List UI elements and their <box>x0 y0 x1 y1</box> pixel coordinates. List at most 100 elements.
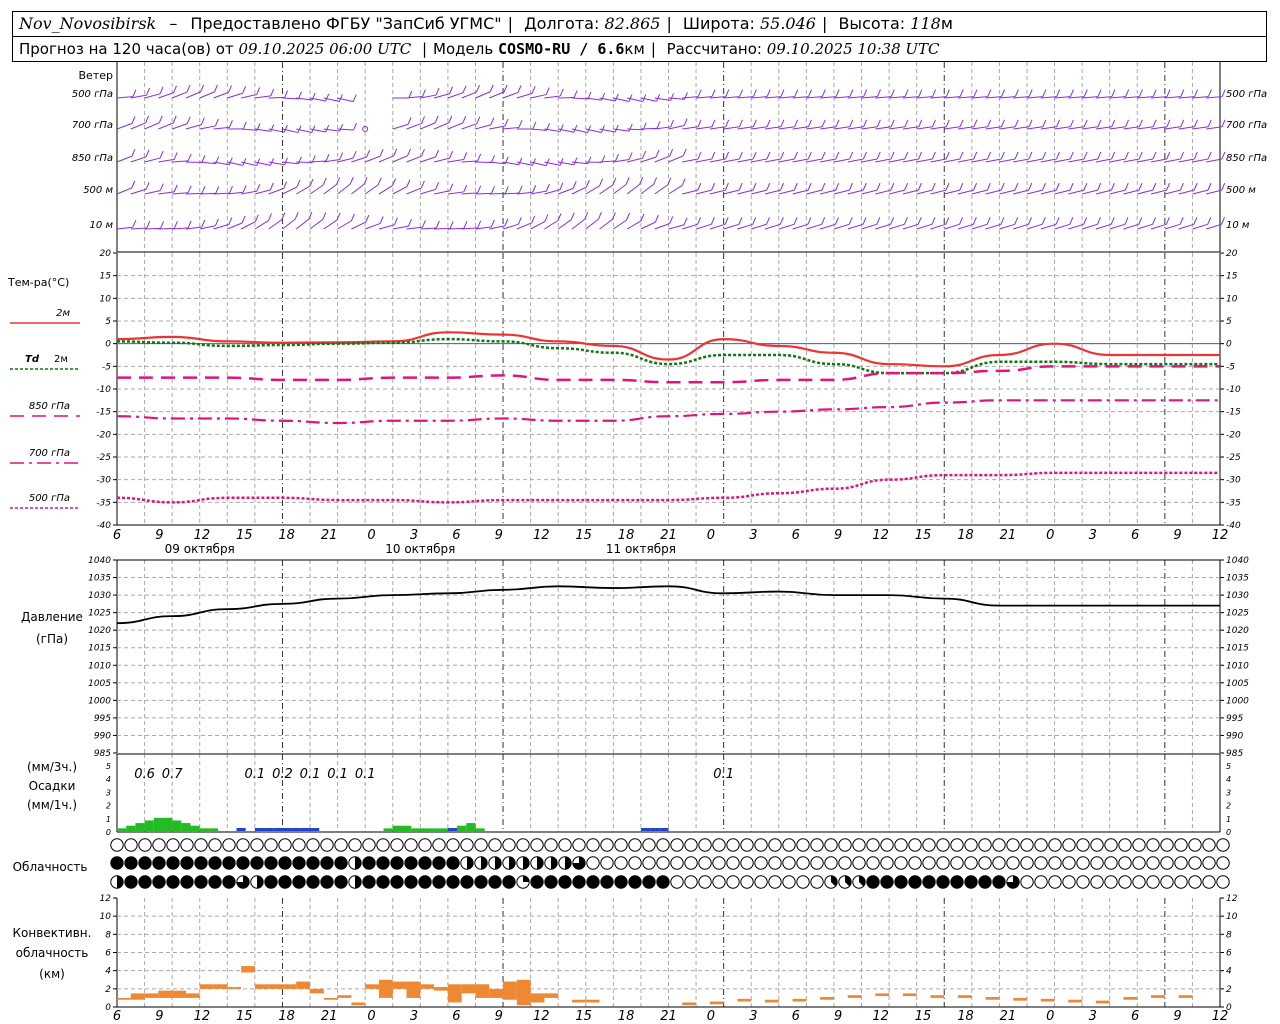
wind-barb-flag <box>890 151 895 160</box>
wind-barb-shaft <box>723 189 740 195</box>
wind-barb-shaft <box>654 223 670 230</box>
wind-barb-flag <box>131 148 136 157</box>
wind-barb-flag <box>876 182 881 191</box>
cloud-symbol <box>236 838 250 852</box>
wind-barb-flag <box>794 89 799 97</box>
cloud-symbol <box>670 856 684 870</box>
wind-barb-flag <box>766 89 771 97</box>
wind-barb-shaft <box>888 223 905 230</box>
wind-barb-shaft <box>378 224 395 230</box>
wind-barb-shaft <box>1082 126 1099 130</box>
wind-barb-shaft <box>695 189 712 195</box>
cloud-fill-full <box>446 875 460 889</box>
wind-barb-shaft <box>447 158 464 163</box>
cloud-symbol <box>642 838 656 852</box>
cloud-fill-full <box>320 875 334 889</box>
cloud-symbol <box>1132 875 1146 889</box>
wind-barb-shaft <box>433 157 450 163</box>
wind-barb-shaft <box>944 126 961 130</box>
wind-barb-flag <box>187 185 192 193</box>
wind-barb-flag <box>242 158 247 166</box>
wind-title: Ветер <box>79 69 113 82</box>
cloud-fill-full <box>194 875 208 889</box>
wind-barb-flag <box>876 119 881 127</box>
wind-barb-shaft <box>420 156 436 163</box>
conv-bar <box>268 984 283 989</box>
cloud-fill-full <box>222 856 236 870</box>
conv-bar <box>117 997 131 1000</box>
cloud-symbol <box>1048 856 1062 870</box>
cloud-symbol <box>1104 875 1118 889</box>
cloud-symbol <box>614 838 628 852</box>
wind-barb-shaft <box>1137 189 1153 195</box>
temp-ytick-right: 10 <box>1226 294 1238 304</box>
wind-barb-flag <box>173 221 178 229</box>
wind-barb-shaft <box>571 218 585 230</box>
hour-label-temp: 0 <box>367 528 375 543</box>
wind-barb-flag <box>1055 182 1060 191</box>
wind-barb-flag <box>518 157 523 165</box>
cloud-symbol <box>1132 838 1146 852</box>
wind-barb-shaft <box>282 186 298 195</box>
wind-barb-flag <box>254 214 259 222</box>
conv-bar <box>406 981 421 998</box>
wind-barb-shaft <box>392 225 409 230</box>
rain-bar <box>429 828 439 831</box>
wind-barb-shaft <box>571 186 587 195</box>
wind-barb-shaft <box>475 192 492 195</box>
wind-barb-shaft <box>916 189 933 195</box>
hour-label-temp: 12 <box>533 528 550 543</box>
cloud-symbol <box>502 838 516 852</box>
wind-barb-flag <box>862 217 867 225</box>
cloud-fill-full <box>194 856 208 870</box>
cloud-symbol <box>740 875 754 889</box>
wind-barb-flag <box>681 178 686 186</box>
precip-total: 0.1 <box>327 767 348 782</box>
date-label: 09 октября <box>165 542 235 556</box>
conv-bar <box>475 984 490 998</box>
snow-bar <box>659 828 669 831</box>
pres-ytick-left: 1020 <box>88 626 111 636</box>
conv-ytick-left: 10 <box>100 912 112 922</box>
wind-barb-flag <box>849 119 854 127</box>
wind-barb-flag <box>959 119 964 127</box>
wind-barb-shaft <box>833 223 850 230</box>
wind-barb-flag <box>904 89 909 97</box>
conv-bar <box>310 988 324 994</box>
wind-barb-shaft <box>930 223 946 230</box>
conv-bar <box>172 990 186 998</box>
cloud-symbol <box>964 856 978 870</box>
temp-ytick-left: -25 <box>96 453 111 463</box>
cloud-symbol <box>460 838 474 852</box>
precip-total: 0.1 <box>355 767 376 782</box>
wind-barb-flag <box>766 182 771 191</box>
hour-label-temp: 0 <box>1046 528 1054 543</box>
wind-barb-shaft <box>1192 158 1209 163</box>
hour-label-temp: 9 <box>834 528 842 543</box>
hour-label-bottom: 0 <box>707 1009 715 1024</box>
wind-barb-flag <box>1069 151 1074 160</box>
cloud-symbol <box>180 838 194 852</box>
cloud-symbol <box>376 838 390 852</box>
wind-barb-flag <box>835 119 840 127</box>
cloud-symbol <box>1216 838 1230 852</box>
cloud-symbol <box>320 838 334 852</box>
cloud-symbol <box>278 838 292 852</box>
cloud-symbol <box>978 856 992 870</box>
cloud-symbol <box>1202 838 1216 852</box>
wind-barb-flag <box>200 84 205 92</box>
hour-label-temp: 15 <box>236 528 253 543</box>
wind-barb-flag <box>863 119 868 127</box>
wind-barb-flag <box>420 149 425 157</box>
wind-barbs <box>116 84 1226 230</box>
cloud-symbol <box>1146 856 1160 870</box>
temp-ytick-right: -25 <box>1226 453 1241 463</box>
wind-barb-shaft <box>116 187 132 195</box>
cloud-symbol <box>824 856 838 870</box>
wind-barb-flag <box>766 217 770 225</box>
hour-label-temp: 18 <box>618 528 635 543</box>
lon-value: 82.865 <box>604 14 661 33</box>
wind-barb-flag <box>241 215 246 224</box>
rain-bar <box>411 828 421 831</box>
wind-barb-flag <box>807 182 812 191</box>
